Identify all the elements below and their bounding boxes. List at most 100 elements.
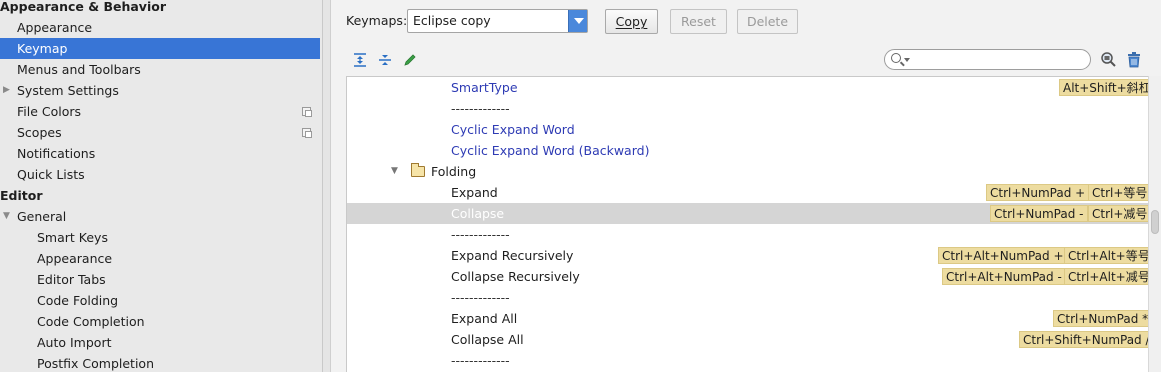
shortcut-badge: Ctrl+NumPad * [1053, 310, 1148, 327]
sidebar-item-label: Appearance [37, 251, 113, 266]
sidebar-item-scopes[interactable]: Scopes [0, 122, 322, 143]
sidebar-item-appearance[interactable]: Appearance [0, 17, 322, 38]
action-name: SmartType [451, 80, 518, 95]
tree-group[interactable]: ▼ Folding [347, 161, 1148, 182]
separator-label: ------------- [451, 353, 510, 368]
separator-label: ------------- [451, 227, 510, 242]
delete-button[interactable]: Delete [737, 9, 798, 34]
scrollbar-thumb[interactable] [1151, 210, 1159, 234]
action-name: Cyclic Expand Word (Backward) [451, 143, 650, 158]
search-icon[interactable] [891, 53, 901, 63]
collapse-arrow-icon[interactable]: ▶ [3, 80, 10, 101]
sidebar-item-label: Postfix Completion [37, 356, 154, 371]
sidebar-item-label: Scopes [17, 125, 62, 140]
separator-label: ------------- [451, 290, 510, 305]
sidebar-item-menus-and-toolbars[interactable]: Menus and Toolbars [0, 59, 322, 80]
reset-button[interactable]: Reset [670, 9, 727, 34]
tree-action-row[interactable]: Collapse Recursively Ctrl+Alt+NumPad - Ctr… [347, 266, 1148, 287]
sidebar-item-postfix-completion[interactable]: Postfix Completion [0, 353, 322, 372]
shortcut-badge: Ctrl+Alt+等号 [1064, 247, 1148, 264]
keymap-select[interactable]: Eclipse copy [407, 9, 588, 33]
shortcut-badge: Ctrl+Shift+NumPad / [1019, 331, 1148, 348]
edit-pencil-icon[interactable] [402, 52, 418, 68]
sidebar-item-notifications[interactable]: Notifications [0, 143, 322, 164]
sidebar-item-appearance-behavior[interactable]: Appearance & Behavior [0, 0, 322, 17]
tree-separator[interactable]: ------------- [347, 287, 1148, 308]
sidebar-item-label: Code Folding [37, 293, 119, 308]
action-name: Folding [431, 164, 477, 179]
sidebar-item-label: System Settings [17, 83, 119, 98]
separator-label: ------------- [451, 101, 510, 116]
shortcut-badge: Ctrl+NumPad - [990, 205, 1088, 222]
search-input[interactable] [912, 51, 1082, 68]
action-name: Collapse [451, 206, 505, 221]
shortcut-badge: Ctrl+Alt+NumPad - [942, 268, 1066, 285]
copy-button-label: Copy [615, 14, 648, 29]
tree-action-row[interactable]: Cyclic Expand Word (Backward) [347, 140, 1148, 161]
find-shortcut-icon[interactable] [1100, 51, 1116, 67]
shortcut-badge: Ctrl+Alt+NumPad + [938, 247, 1068, 264]
sidebar-item-label: Auto Import [37, 335, 112, 350]
sidebar-item-label: Editor Tabs [37, 272, 106, 287]
sidebar-item-label: Appearance [17, 20, 93, 35]
sidebar-item-quick-lists[interactable]: Quick Lists [0, 164, 322, 185]
sidebar-item-label: Editor [0, 188, 43, 203]
settings-sidebar: Appearance & Behavior Appearance Keymap Men… [0, 0, 323, 372]
sidebar-item-label: Keymap [17, 41, 68, 56]
action-name: Expand All [451, 311, 518, 326]
action-name: Collapse All [451, 332, 524, 347]
project-copy-icon [302, 128, 312, 138]
shortcut-badge: Ctrl+等号 [1088, 184, 1148, 201]
tree-separator[interactable]: ------------- [347, 98, 1148, 119]
expand-all-icon[interactable] [352, 52, 368, 68]
sidebar-item-smart-keys[interactable]: Smart Keys [0, 227, 322, 248]
sidebar-item-keymap[interactable]: Keymap [0, 38, 320, 59]
shortcut-badge: Ctrl+NumPad + [986, 184, 1090, 201]
panel-splitter[interactable] [323, 0, 331, 372]
sidebar-item-label: Quick Lists [17, 167, 85, 182]
action-name: Cyclic Expand Word [451, 122, 575, 137]
sidebar-item-code-folding[interactable]: Code Folding [0, 290, 322, 311]
tree-action-row[interactable]: Cyclic Expand Word [347, 119, 1148, 140]
sidebar-item-general[interactable]: ▼ General [0, 206, 322, 227]
sidebar-item-label: Appearance & Behavior [0, 0, 166, 14]
shortcut-badge: Ctrl+减号 [1088, 205, 1148, 222]
delete-button-label: Delete [746, 14, 789, 29]
sidebar-item-label: Smart Keys [37, 230, 108, 245]
sidebar-item-code-completion[interactable]: Code Completion [0, 311, 322, 332]
search-options-icon[interactable] [904, 58, 910, 62]
sidebar-item-file-colors[interactable]: File Colors [0, 101, 322, 122]
tree-expand-arrow-icon[interactable]: ▼ [391, 161, 398, 182]
shortcut-badge: Alt+Shift+斜杠 [1059, 79, 1148, 96]
tree-action-row[interactable]: Expand Ctrl+NumPad + Ctrl+等号 [347, 182, 1148, 203]
keymaps-label: Keymaps: [346, 13, 408, 28]
sidebar-item-editor-tabs[interactable]: Editor Tabs [0, 269, 322, 290]
sidebar-item-editor[interactable]: Editor [0, 185, 322, 206]
tree-separator[interactable]: ------------- [347, 224, 1148, 245]
sidebar-item-appearance[interactable]: Appearance [0, 248, 322, 269]
tree-action-row[interactable]: Expand All Ctrl+NumPad * [347, 308, 1148, 329]
expand-arrow-icon[interactable]: ▼ [3, 206, 10, 227]
sidebar-item-label: Notifications [17, 146, 96, 161]
tree-separator[interactable]: ------------- [347, 350, 1148, 371]
project-copy-icon [302, 107, 312, 117]
collapse-all-icon[interactable] [377, 52, 393, 68]
search-field[interactable] [884, 49, 1091, 70]
sidebar-item-auto-import[interactable]: Auto Import [0, 332, 322, 353]
chevron-down-icon[interactable] [568, 10, 587, 32]
keymap-action-tree: SmartType Alt+Shift+斜杠 ------------- Cyclic… [346, 76, 1148, 372]
sidebar-item-label: File Colors [17, 104, 82, 119]
sidebar-item-label: Menus and Toolbars [17, 62, 141, 77]
copy-button[interactable]: Copy [605, 9, 658, 34]
action-name: Expand [451, 185, 498, 200]
tree-action-row[interactable]: Collapse Ctrl+NumPad - Ctrl+减号 [347, 203, 1148, 224]
tree-action-row[interactable]: Expand Recursively Ctrl+Alt+NumPad + Ctrl+… [347, 245, 1148, 266]
action-name: Collapse Recursively [451, 269, 580, 284]
keymap-select-value: Eclipse copy [413, 13, 491, 28]
tree-action-row[interactable]: SmartType Alt+Shift+斜杠 [347, 77, 1148, 98]
sidebar-item-system-settings[interactable]: ▶ System Settings [0, 80, 322, 101]
tree-scrollbar[interactable] [1148, 76, 1161, 372]
trash-icon[interactable] [1126, 51, 1142, 68]
reset-button-label: Reset [681, 14, 716, 29]
tree-action-row[interactable]: Collapse All Ctrl+Shift+NumPad / [347, 329, 1148, 350]
